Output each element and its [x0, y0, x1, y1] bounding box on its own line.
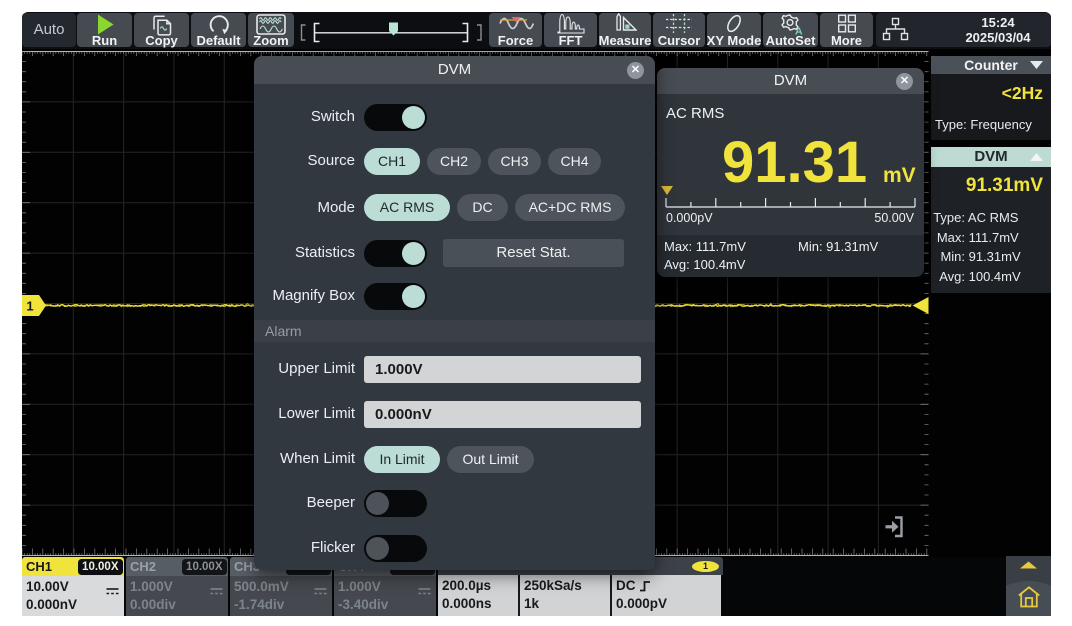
svg-text:1: 1: [26, 298, 33, 313]
